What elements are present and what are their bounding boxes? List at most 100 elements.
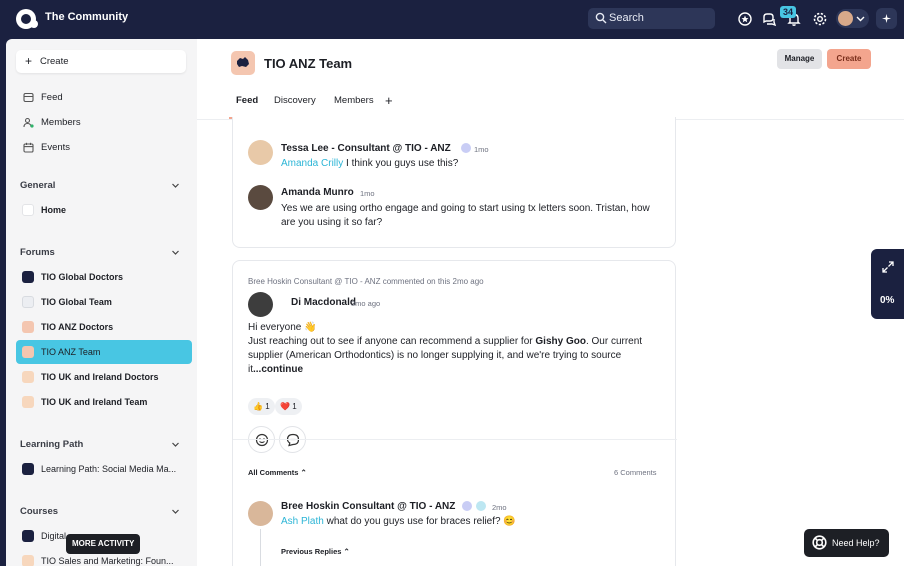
chevron-up-icon: ⌃ (300, 468, 307, 477)
members-icon (23, 117, 34, 128)
tab-feed[interactable]: Feed (236, 95, 258, 106)
tab-members[interactable]: Members (334, 95, 374, 106)
create-button[interactable]: Create (827, 49, 871, 69)
sidebar-item-label: Events (41, 142, 71, 153)
comment-text: I think you guys use this? (343, 158, 459, 169)
post-activity-line: Bree Hoskin Consultant @ TIO - ANZ comme… (248, 277, 484, 286)
forum-icon (22, 346, 34, 358)
add-tab-button[interactable]: + (385, 93, 393, 108)
post-text-bold: Gishy Goo (535, 336, 586, 347)
sidebar-item-members[interactable]: Members (16, 111, 192, 133)
all-comments-toggle[interactable]: All Comments ⌃ (248, 468, 307, 477)
reaction-heart[interactable]: ❤️ 1 (275, 398, 302, 415)
sidebar-item-label: TIO ANZ Team (41, 347, 101, 357)
user-menu-button[interactable] (836, 9, 869, 28)
reply-text: what do you guys use for braces relief? … (323, 516, 516, 527)
sidebar-item-tio-anz-team[interactable]: TIO ANZ Team (16, 340, 192, 364)
sidebar-item-tio-anz-doctors[interactable]: TIO ANZ Doctors (16, 315, 192, 339)
section-title: Forums (20, 247, 55, 258)
chevron-down-icon (172, 183, 179, 188)
sidebar-item-label: Home (41, 205, 67, 215)
forum-icon (22, 296, 34, 308)
australia-map-icon (237, 57, 249, 67)
sidebar-item-tio-global-doctors[interactable]: TIO Global Doctors (16, 265, 192, 289)
tab-discovery[interactable]: Discovery (274, 95, 316, 106)
sidebar-create-button[interactable]: + Create (16, 50, 186, 73)
home-icon (22, 204, 34, 216)
section-learning-path-header[interactable]: Learning Path (20, 439, 180, 450)
manage-button[interactable]: Manage (777, 49, 822, 69)
user-avatar (838, 11, 853, 26)
sidebar-item-learning-path[interactable]: Learning Path: Social Media Ma... (16, 457, 192, 481)
need-help-label: Need Help? (832, 538, 880, 548)
section-title: General (20, 180, 56, 191)
feed-icon (23, 92, 34, 103)
search-box[interactable]: Search (588, 8, 715, 29)
forum-icon (22, 371, 34, 383)
section-title: Courses (20, 506, 59, 517)
section-forums-header[interactable]: Forums (20, 247, 180, 258)
post-author[interactable]: Di Macdonald (291, 297, 356, 308)
reply-author[interactable]: Bree Hoskin Consultant @ TIO - ANZ (281, 501, 455, 512)
award-icon[interactable] (737, 11, 753, 27)
comment-body: Amanda Crilly I think you guys use this? (281, 157, 661, 171)
gear-icon[interactable] (812, 11, 828, 27)
reaction-count: 1 (292, 402, 297, 411)
reaction-emoji: 👍 (253, 402, 263, 411)
continue-link[interactable]: ...continue (253, 364, 303, 375)
lifebuoy-icon (812, 535, 827, 550)
calendar-icon (23, 142, 34, 153)
chevron-down-icon (172, 250, 179, 255)
notification-badge: 34 (780, 6, 797, 18)
avatar[interactable] (248, 292, 273, 317)
previous-replies-toggle[interactable]: Previous Replies ⌃ (281, 547, 350, 556)
section-general-header[interactable]: General (20, 180, 180, 191)
avatar[interactable] (248, 140, 273, 165)
sidebar-item-label: Feed (41, 92, 63, 103)
sidebar-item-label: TIO Global Doctors (41, 272, 124, 282)
messages-icon[interactable] (761, 11, 777, 27)
sidebar-item-home[interactable]: Home (16, 198, 192, 222)
thread-line (260, 529, 261, 566)
ai-assistant-button[interactable] (876, 8, 897, 29)
sidebar-item-label: TIO UK and Ireland Doctors (41, 372, 159, 382)
avatar[interactable] (248, 501, 273, 526)
reaction-emoji: ❤️ (280, 402, 290, 411)
sidebar-item-events[interactable]: Events (16, 136, 192, 158)
main-content: TIO ANZ Team Manage Create Feed Discover… (197, 39, 904, 566)
mention-link[interactable]: Ash Plath (281, 516, 324, 527)
progress-percent: 0% (880, 295, 895, 306)
page-title: TIO ANZ Team (264, 56, 353, 71)
search-placeholder: Search (609, 12, 644, 24)
sidebar-item-tio-global-team[interactable]: TIO Global Team (16, 290, 192, 314)
need-help-button[interactable]: Need Help? (804, 529, 889, 557)
comment-author[interactable]: Amanda Munro (281, 187, 354, 198)
search-icon (595, 12, 607, 24)
expand-icon (882, 261, 894, 273)
section-title: Learning Path (20, 439, 84, 450)
sidebar-item-label: TIO UK and Ireland Team (41, 397, 148, 407)
post-text: Just reaching out to see if anyone can r… (248, 335, 648, 377)
mention-link[interactable]: Amanda Crilly (281, 158, 343, 169)
sidebar-item-label: TIO Global Team (41, 297, 112, 307)
section-courses-header[interactable]: Courses (20, 506, 180, 517)
sidebar-item-label: TIO Sales and Marketing: Foun... (41, 556, 174, 566)
reaction-thumbs-up[interactable]: 👍 1 (248, 398, 275, 415)
forum-icon (22, 271, 34, 283)
avatar[interactable] (248, 185, 273, 210)
more-activity-tooltip[interactable]: MORE ACTIVITY (66, 534, 141, 554)
progress-widget[interactable]: 0% (871, 249, 904, 319)
community-logo-icon[interactable] (15, 8, 39, 30)
comment-author[interactable]: Tessa Lee - Consultant @ TIO - ANZ (281, 143, 451, 154)
top-bar: The Community Search 34 (0, 0, 904, 38)
post-card: Bree Hoskin Consultant @ TIO - ANZ comme… (232, 260, 677, 566)
sidebar-item-tio-uk-ireland-team[interactable]: TIO UK and Ireland Team (16, 390, 192, 414)
team-avatar (231, 51, 255, 75)
course-icon (22, 555, 34, 566)
post-greeting: Hi everyone 👋 (248, 322, 317, 333)
all-comments-label: All Comments (248, 468, 299, 477)
sidebar-item-tio-uk-ireland-doctors[interactable]: TIO UK and Ireland Doctors (16, 365, 192, 389)
sidebar-item-feed[interactable]: Feed (16, 86, 192, 108)
reply-time: 2mo (492, 503, 507, 512)
post-time: 3mo ago (351, 299, 381, 308)
